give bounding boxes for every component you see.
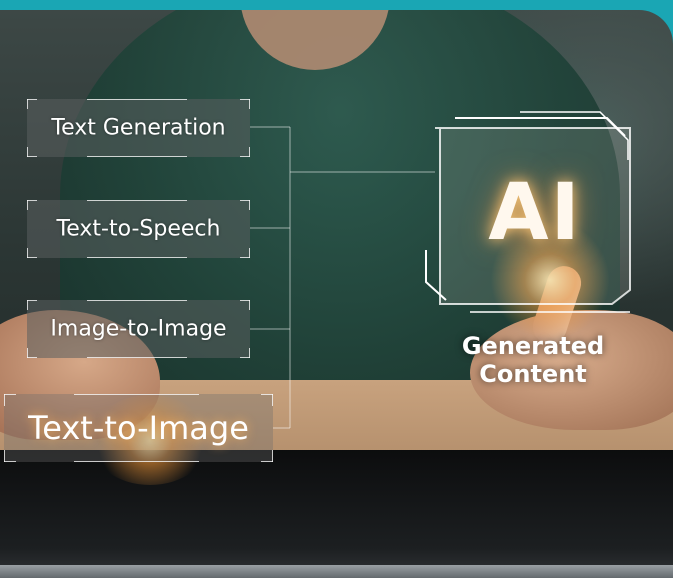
ai-chip-icon: [425, 111, 631, 313]
generated-content-caption: Generated Content: [461, 332, 605, 388]
ai-logo-text: AI: [488, 168, 582, 258]
